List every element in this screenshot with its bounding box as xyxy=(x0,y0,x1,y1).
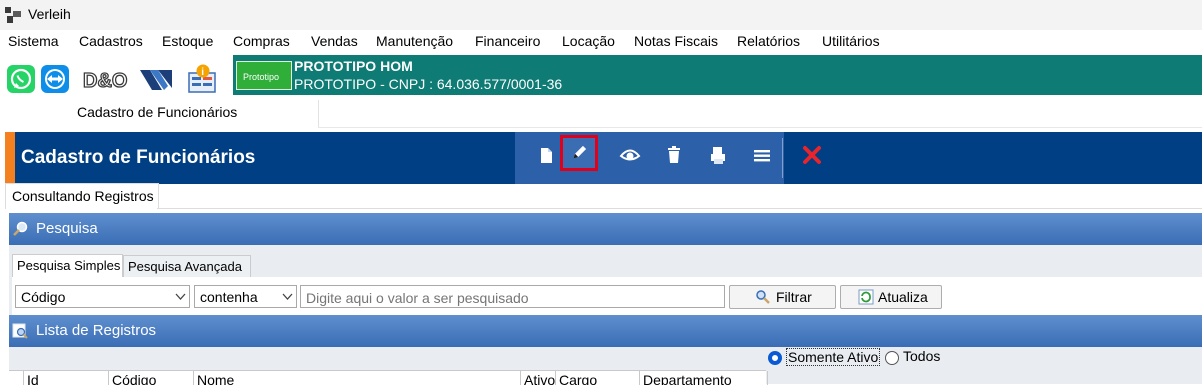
teamviewer-icon[interactable] xyxy=(40,64,70,94)
operator-select[interactable]: contenha xyxy=(194,285,297,308)
dno-logo-icon[interactable]: D&O xyxy=(80,64,128,94)
records-table-header: Id Código Nome Ativo Cargo Departamento xyxy=(9,370,768,385)
menu-sistema[interactable]: Sistema xyxy=(8,33,59,49)
close-icon[interactable] xyxy=(793,136,831,174)
column-codigo[interactable]: Código xyxy=(108,371,194,385)
chevron-down-icon xyxy=(282,293,293,300)
menu-utilitarios[interactable]: Utilitários xyxy=(822,33,880,49)
tab-consultando-registros[interactable]: Consultando Registros xyxy=(5,183,159,209)
refresh-icon xyxy=(858,289,874,305)
field-select[interactable]: Código xyxy=(15,285,190,308)
svg-text:i: i xyxy=(201,67,204,78)
filter-button-label: Filtrar xyxy=(776,289,812,305)
tab-pesquisa-avancada[interactable]: Pesquisa Avançada xyxy=(123,255,251,278)
subtab-label: Consultando Registros xyxy=(12,188,154,204)
radio-somente-ativo-label: Somente Ativo xyxy=(786,348,881,366)
radio-somente-ativo[interactable] xyxy=(768,351,782,365)
tab-pesquisa-simples-label: Pesquisa Simples xyxy=(17,258,121,273)
tab-divider xyxy=(318,127,1202,128)
menu-estoque[interactable]: Estoque xyxy=(162,33,213,49)
subtab-line xyxy=(157,208,1202,209)
radio-todos[interactable] xyxy=(885,351,899,365)
company-name: PROTOTIPO HOM xyxy=(294,58,413,74)
menu-manutencao[interactable]: Manutenção xyxy=(376,33,453,49)
column-nome[interactable]: Nome xyxy=(193,371,521,385)
info-notes-icon[interactable]: i xyxy=(186,64,218,94)
delete-trash-icon[interactable] xyxy=(655,136,693,174)
page-title: Cadastro de Funcionários xyxy=(21,147,256,168)
column-cargo[interactable]: Cargo xyxy=(555,371,639,385)
search-section-title: Pesquisa xyxy=(36,220,98,237)
menu-notas-fiscais[interactable]: Notas Fiscais xyxy=(634,33,718,49)
tab-pesquisa-simples[interactable]: Pesquisa Simples xyxy=(12,254,123,278)
company-banner: Prototipo PROTOTIPO HOM PROTOTIPO - CNPJ… xyxy=(233,55,1202,95)
print-icon[interactable] xyxy=(699,136,737,174)
search-magnifier-icon xyxy=(13,221,28,236)
menu-cadastros[interactable]: Cadastros xyxy=(79,33,143,49)
tab-cadastro-funcionarios[interactable]: Cadastro de Funcionários xyxy=(0,100,319,128)
filter-button[interactable]: Filtrar xyxy=(729,285,836,309)
whatsapp-icon[interactable] xyxy=(6,64,36,94)
column-id[interactable]: Id xyxy=(23,371,109,385)
menu-vendas[interactable]: Vendas xyxy=(311,33,358,49)
search-section-header: Pesquisa xyxy=(9,213,1202,245)
column-departamento[interactable]: Departamento xyxy=(639,371,768,385)
menu-locacao[interactable]: Locação xyxy=(562,33,615,49)
menu-bar: Sistema Cadastros Estoque Compras Vendas… xyxy=(0,30,1202,54)
field-select-value: Código xyxy=(21,289,66,305)
form-header: Cadastro de Funcionários xyxy=(5,132,1202,184)
menu-compras[interactable]: Compras xyxy=(233,33,290,49)
tab-pesquisa-avancada-label: Pesquisa Avançada xyxy=(128,259,242,274)
menu-icon[interactable] xyxy=(743,136,781,174)
company-cnpj: PROTOTIPO - CNPJ : 64.036.577/0001-36 xyxy=(294,76,563,92)
brand-logo-icon[interactable] xyxy=(138,64,174,94)
filter-magnifier-icon xyxy=(756,290,770,304)
edit-pencil-icon[interactable] xyxy=(560,135,598,171)
svg-text:D&O: D&O xyxy=(83,70,127,92)
window-title: Verleih xyxy=(28,6,71,22)
list-search-icon xyxy=(12,323,28,339)
chevron-down-icon xyxy=(175,293,186,300)
list-section-header: Lista de Registros xyxy=(9,315,1202,347)
header-accent xyxy=(5,132,15,184)
search-input[interactable] xyxy=(304,287,708,308)
company-logo-text: Prototipo xyxy=(243,72,280,82)
title-bar: Verleih xyxy=(0,0,1202,30)
refresh-button-label: Atualiza xyxy=(878,289,928,305)
menu-relatorios[interactable]: Relatórios xyxy=(737,33,800,49)
header-toolbar xyxy=(515,132,784,184)
view-eye-icon[interactable] xyxy=(611,136,649,174)
toolbar-separator xyxy=(782,138,783,178)
radio-todos-label: Todos xyxy=(903,348,941,364)
refresh-button[interactable]: Atualiza xyxy=(840,285,942,309)
app-icon xyxy=(5,7,21,23)
company-logo: Prototipo xyxy=(236,61,292,90)
tab-label: Cadastro de Funcionários xyxy=(77,104,238,120)
list-section-title: Lista de Registros xyxy=(36,322,157,339)
menu-financeiro[interactable]: Financeiro xyxy=(475,33,540,49)
column-ativo[interactable]: Ativo xyxy=(520,371,556,385)
operator-select-value: contenha xyxy=(200,289,258,305)
search-value-box xyxy=(300,285,725,308)
